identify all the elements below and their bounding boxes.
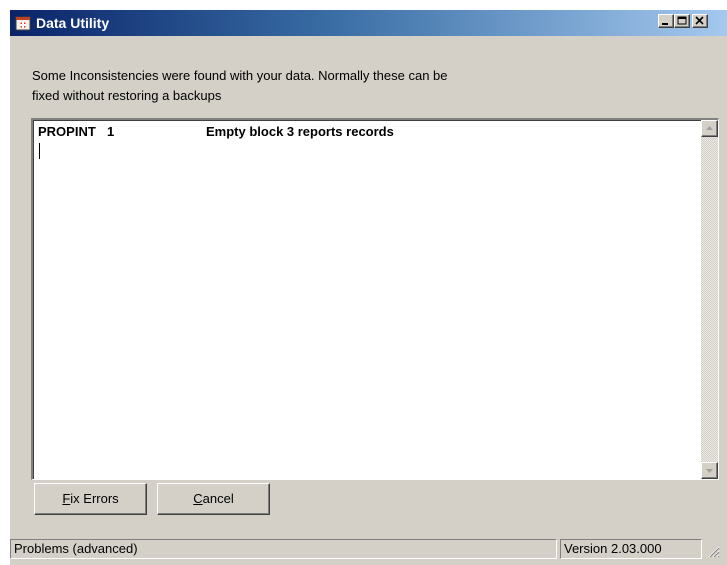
cancel-label: Cancel bbox=[193, 491, 234, 506]
result-description: Empty block 3 reports records bbox=[206, 124, 394, 139]
message-line-1: Some Inconsistencies were found with you… bbox=[32, 68, 448, 83]
close-icon bbox=[695, 16, 704, 25]
results-content: PROPINT 1 Empty block 3 reports records bbox=[38, 124, 678, 140]
vertical-scrollbar[interactable] bbox=[701, 120, 718, 479]
app-icon bbox=[15, 16, 31, 31]
title-bar[interactable]: Data Utility bbox=[10, 10, 727, 36]
text-caret bbox=[39, 143, 40, 159]
inconsistency-message: Some Inconsistencies were found with you… bbox=[32, 66, 632, 106]
close-button[interactable] bbox=[692, 14, 708, 28]
arrow-up-icon bbox=[706, 126, 713, 130]
cancel-button[interactable]: Cancel bbox=[157, 483, 270, 515]
result-row: PROPINT 1 Empty block 3 reports records bbox=[38, 124, 678, 140]
data-utility-window: Data Utility Some Inconsistencies were f… bbox=[9, 9, 727, 565]
status-version: Version 2.03.000 bbox=[560, 539, 702, 559]
scroll-down-button[interactable] bbox=[701, 462, 718, 479]
resize-grip-icon[interactable] bbox=[706, 544, 720, 558]
fix-errors-label: Fix Errors bbox=[62, 491, 119, 506]
result-code: PROPINT bbox=[38, 124, 96, 139]
minimize-icon bbox=[662, 23, 668, 25]
window-title: Data Utility bbox=[36, 15, 110, 31]
message-line-2: fixed without restoring a backups bbox=[32, 88, 222, 103]
results-textbox[interactable]: PROPINT 1 Empty block 3 reports records bbox=[31, 118, 719, 480]
arrow-down-icon bbox=[706, 469, 713, 473]
status-bar: Problems (advanced) Version 2.03.000 bbox=[10, 536, 727, 565]
maximize-button[interactable] bbox=[674, 14, 690, 28]
status-problems: Problems (advanced) bbox=[10, 539, 557, 559]
fix-errors-button[interactable]: Fix Errors bbox=[34, 483, 147, 515]
minimize-button[interactable] bbox=[658, 14, 674, 28]
scroll-up-button[interactable] bbox=[701, 120, 718, 137]
result-count: 1 bbox=[107, 124, 115, 139]
maximize-icon bbox=[677, 16, 687, 25]
